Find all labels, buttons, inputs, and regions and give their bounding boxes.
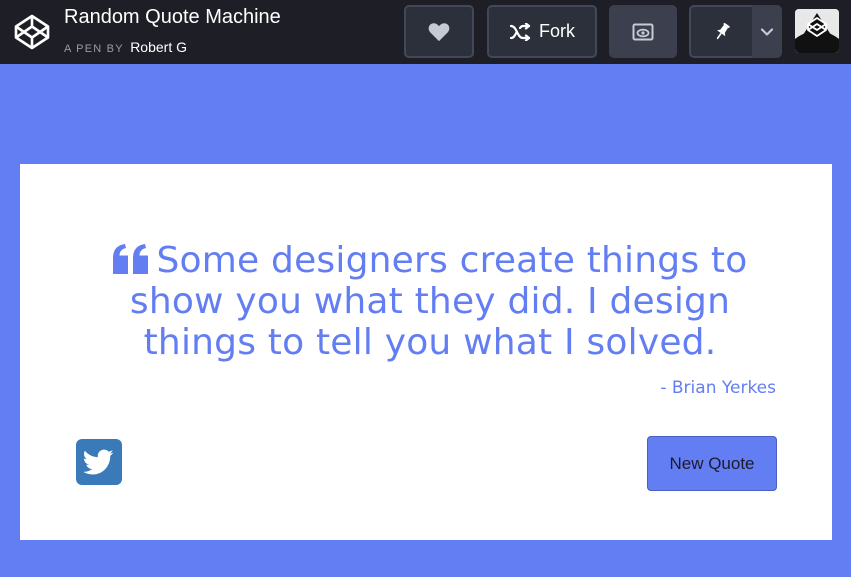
quote-text: Some designers create things to show you… bbox=[129, 240, 748, 363]
quote-author: - Brian Yerkes bbox=[660, 378, 776, 398]
fork-label: Fork bbox=[539, 21, 575, 41]
avatar-image bbox=[795, 9, 839, 53]
eye-icon bbox=[632, 23, 654, 40]
quote-box: Some designers create things to show you… bbox=[20, 164, 832, 540]
twitter-icon bbox=[84, 449, 114, 475]
byline: A PEN BY Robert G bbox=[64, 39, 187, 57]
pin-menu-button[interactable] bbox=[752, 5, 782, 58]
byline-prefix: A PEN BY bbox=[64, 43, 124, 55]
pin-icon bbox=[716, 22, 730, 39]
quote-text-block: Some designers create things to show you… bbox=[110, 240, 750, 363]
quote-left-icon bbox=[112, 244, 148, 274]
change-view-button[interactable] bbox=[609, 5, 677, 58]
chevron-down-icon bbox=[760, 27, 774, 36]
fork-icon bbox=[509, 22, 531, 41]
heart-icon bbox=[428, 22, 450, 41]
tweet-quote-button[interactable] bbox=[76, 439, 122, 485]
author-link[interactable]: Robert G bbox=[130, 39, 187, 55]
new-quote-button[interactable]: New Quote bbox=[647, 436, 777, 491]
top-bar: Random Quote Machine A PEN BY Robert G F… bbox=[0, 0, 851, 64]
heart-button[interactable] bbox=[404, 5, 474, 58]
fork-button[interactable]: Fork bbox=[487, 5, 597, 58]
codepen-logo-icon[interactable] bbox=[12, 12, 52, 52]
pen-title: Random Quote Machine bbox=[64, 6, 281, 28]
user-avatar[interactable] bbox=[795, 9, 839, 53]
pin-button[interactable] bbox=[689, 5, 752, 58]
